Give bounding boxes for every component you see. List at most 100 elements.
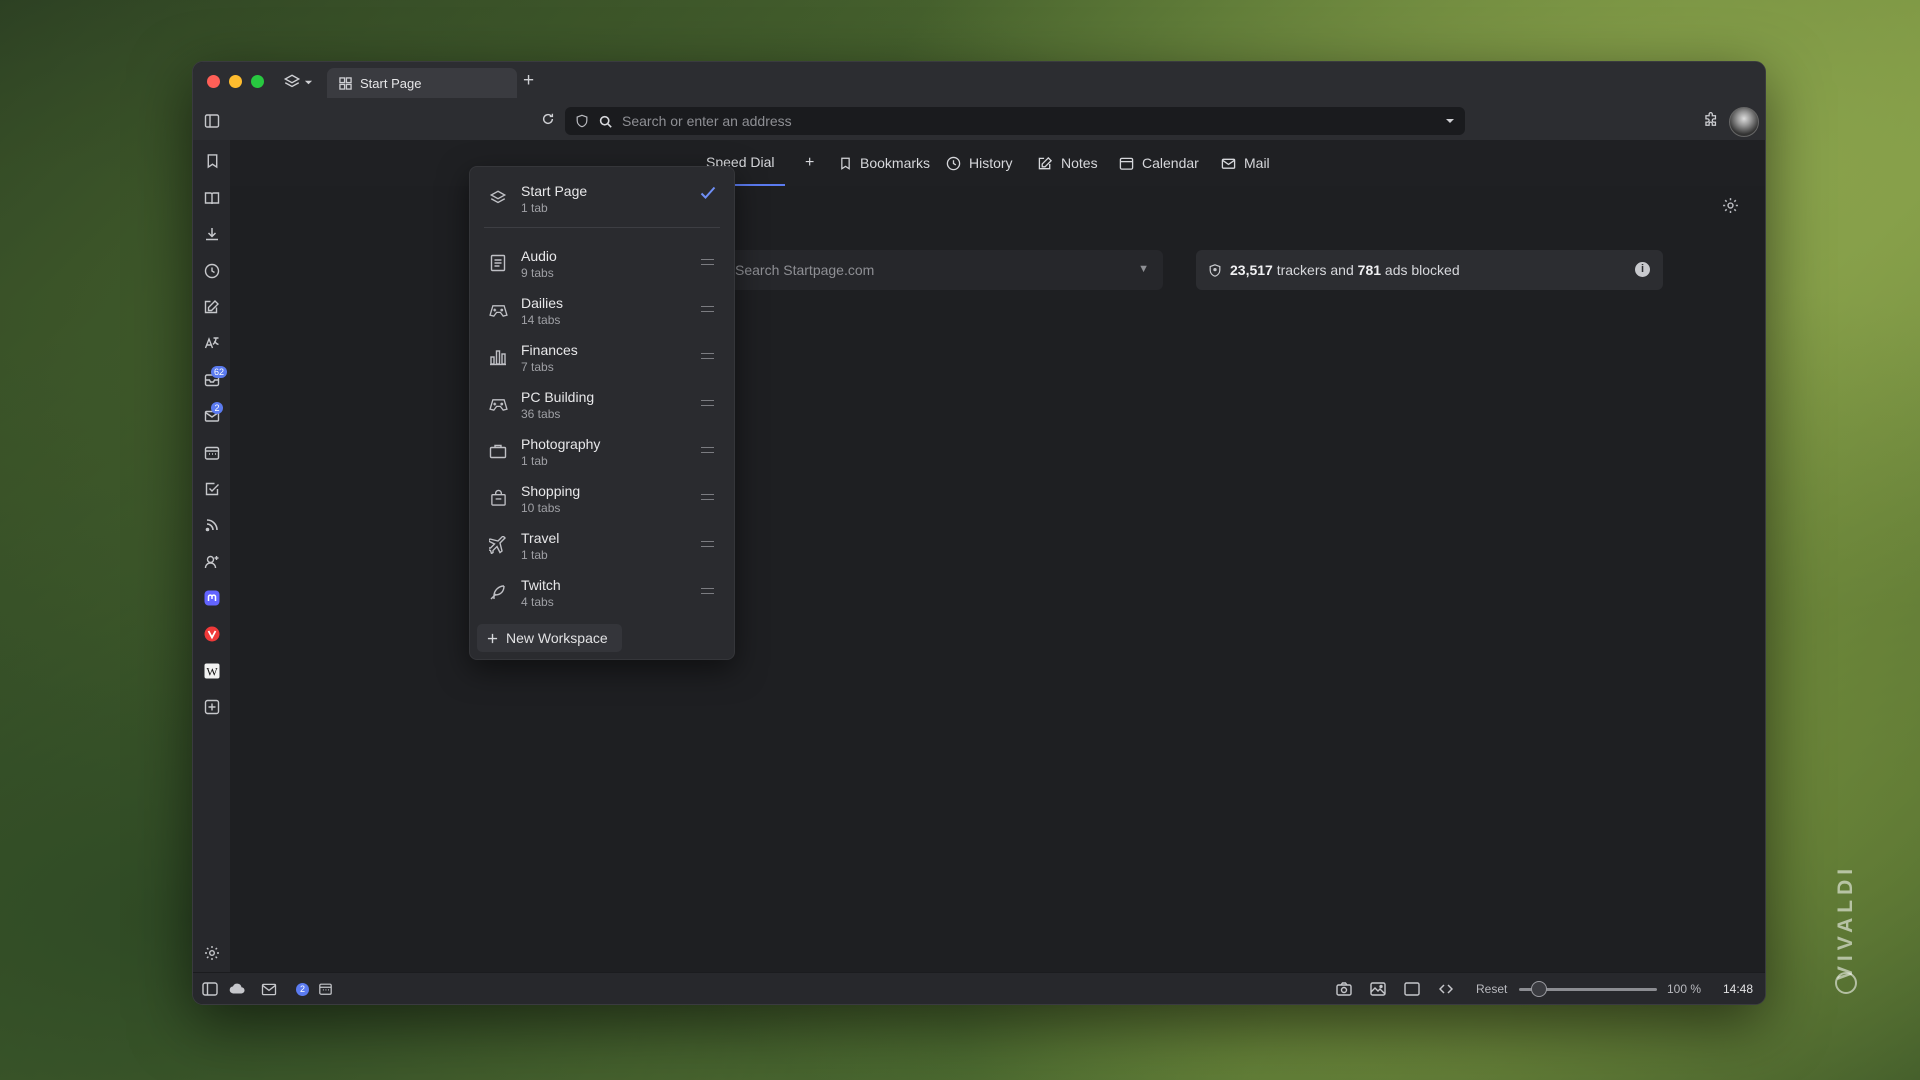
dropdown-separator xyxy=(484,227,720,228)
feeds-rss-icon[interactable] xyxy=(202,515,222,535)
add-speed-dial-button[interactable]: + xyxy=(805,140,814,186)
reading-list-icon[interactable] xyxy=(202,188,222,208)
panel-toggle-icon[interactable] xyxy=(202,981,218,997)
contacts-panel-icon[interactable] xyxy=(202,552,222,572)
sync-cloud-icon[interactable] xyxy=(229,981,245,997)
maximize-window-button[interactable] xyxy=(251,75,264,88)
vivaldi-logo-icon xyxy=(1835,972,1857,994)
drag-handle-icon[interactable] xyxy=(701,259,714,265)
workspace-name: Shopping xyxy=(521,483,581,499)
workspaces-button[interactable] xyxy=(283,71,321,93)
tab-mail[interactable]: Mail xyxy=(1221,140,1270,186)
start-page-settings-icon[interactable] xyxy=(1722,197,1739,214)
workspace-item-finances[interactable]: Finances 7 tabs xyxy=(470,335,734,379)
history-panel-icon[interactable] xyxy=(202,261,222,281)
bookmarks-panel-icon[interactable] xyxy=(202,151,222,171)
workspace-item-shopping[interactable]: Shopping 10 tabs xyxy=(470,476,734,520)
tasks-panel-icon[interactable] xyxy=(202,479,222,499)
workspace-item-current[interactable]: Start Page 1 tab xyxy=(470,176,734,220)
calendar-status-icon[interactable] xyxy=(317,981,333,997)
workspace-item-dailies[interactable]: Dailies 14 tabs xyxy=(470,288,734,332)
workspace-item-photography[interactable]: Photography 1 tab xyxy=(470,429,734,473)
clock-time: 14:48 xyxy=(1723,982,1754,996)
capture-camera-icon[interactable] xyxy=(1336,981,1352,997)
calendar-panel-icon[interactable] xyxy=(202,443,222,463)
wikipedia-panel-icon[interactable]: W xyxy=(202,661,222,681)
search-icon xyxy=(599,115,612,128)
pencil-icon xyxy=(1038,156,1053,171)
panel-toggle-icon[interactable] xyxy=(202,111,222,131)
settings-gear-icon[interactable] xyxy=(202,943,222,963)
workspace-tab-count: 14 tabs xyxy=(521,313,561,327)
workspace-tab-count: 1 tab xyxy=(521,454,548,468)
chevron-down-icon xyxy=(304,78,313,87)
shopping-bag-icon xyxy=(488,488,508,508)
layers-icon xyxy=(283,73,301,91)
page-tiling-icon[interactable] xyxy=(1404,981,1420,997)
drag-handle-icon[interactable] xyxy=(701,353,714,359)
workspace-item-pc-building[interactable]: PC Building 36 tabs xyxy=(470,382,734,426)
close-window-button[interactable] xyxy=(207,75,220,88)
zoom-slider-thumb[interactable] xyxy=(1531,981,1547,997)
profile-avatar[interactable] xyxy=(1729,107,1759,137)
address-bar-row: Search or enter an address xyxy=(193,102,1765,140)
minimize-window-button[interactable] xyxy=(229,75,242,88)
drag-handle-icon[interactable] xyxy=(701,306,714,312)
add-label: + xyxy=(805,154,815,171)
start-page-navbar: Speed Dial + Bookmarks History Notes Cal… xyxy=(230,140,1765,187)
drag-handle-icon[interactable] xyxy=(701,447,714,453)
vivaldi-watermark: VIVALDI xyxy=(1816,864,1876,994)
status-bar: 2 Reset 100 % 14:48 xyxy=(193,972,1765,1004)
image-toggle-icon[interactable] xyxy=(1370,981,1386,997)
workspace-name: Finances xyxy=(521,342,578,358)
document-icon xyxy=(488,253,508,273)
drag-handle-icon[interactable] xyxy=(701,494,714,500)
reload-icon[interactable] xyxy=(541,112,555,126)
address-field[interactable]: Search or enter an address xyxy=(565,107,1465,135)
mail-unread-badge: 2 xyxy=(211,402,223,414)
drag-handle-icon[interactable] xyxy=(701,400,714,406)
history-label: History xyxy=(969,155,1013,171)
mail-status-icon[interactable] xyxy=(261,981,277,997)
new-tab-button[interactable]: + xyxy=(523,70,534,92)
tab-bookmarks[interactable]: Bookmarks xyxy=(839,140,930,186)
search-engine-dropdown-icon[interactable]: ▼ xyxy=(1138,263,1149,275)
browser-window: Start Page + Search or enter an address xyxy=(192,61,1766,1005)
mail-count-badge: 2 xyxy=(296,983,309,996)
title-bar: Start Page + xyxy=(193,62,1765,102)
notes-label: Notes xyxy=(1061,155,1098,171)
svg-text:W: W xyxy=(206,665,218,679)
workspace-name: Travel xyxy=(521,530,560,546)
tab-start-page[interactable]: Start Page xyxy=(327,68,517,98)
tab-notes[interactable]: Notes xyxy=(1038,140,1098,186)
workspace-item-twitch[interactable]: Twitch 4 tabs xyxy=(470,570,734,614)
notes-panel-icon[interactable] xyxy=(202,297,222,317)
bar-chart-icon xyxy=(488,347,508,367)
downloads-icon[interactable] xyxy=(202,224,222,244)
plane-icon xyxy=(488,535,508,555)
workspace-item-audio[interactable]: Audio 9 tabs xyxy=(470,241,734,285)
ads-count: 781 xyxy=(1357,262,1382,278)
tab-calendar[interactable]: Calendar xyxy=(1119,140,1199,186)
translate-panel-icon[interactable] xyxy=(202,333,222,353)
shield-icon[interactable] xyxy=(575,114,589,128)
tab-title: Start Page xyxy=(360,75,422,91)
ads-text: ads blocked xyxy=(1381,262,1460,278)
tab-history[interactable]: History xyxy=(946,140,1013,186)
info-icon[interactable]: i xyxy=(1635,262,1650,277)
drag-handle-icon[interactable] xyxy=(701,588,714,594)
workspace-tab-count: 4 tabs xyxy=(521,595,554,609)
bookmarks-label: Bookmarks xyxy=(860,155,931,171)
history-dropdown-icon[interactable] xyxy=(1445,116,1455,126)
zoom-reset-button[interactable]: Reset xyxy=(1476,982,1507,996)
page-actions-code-icon[interactable] xyxy=(1438,981,1454,997)
workspace-item-travel[interactable]: Travel 1 tab xyxy=(470,523,734,567)
vivaldi-web-panel-icon[interactable] xyxy=(202,624,222,644)
startpage-search-input[interactable]: Search Startpage.com ▼ xyxy=(725,250,1163,290)
new-workspace-button[interactable]: New Workspace xyxy=(477,624,622,652)
mastodon-icon[interactable] xyxy=(202,588,222,608)
add-web-panel-icon[interactable] xyxy=(202,697,222,717)
extensions-icon[interactable] xyxy=(1702,111,1721,130)
workspace-name: Dailies xyxy=(521,295,564,311)
drag-handle-icon[interactable] xyxy=(701,541,714,547)
